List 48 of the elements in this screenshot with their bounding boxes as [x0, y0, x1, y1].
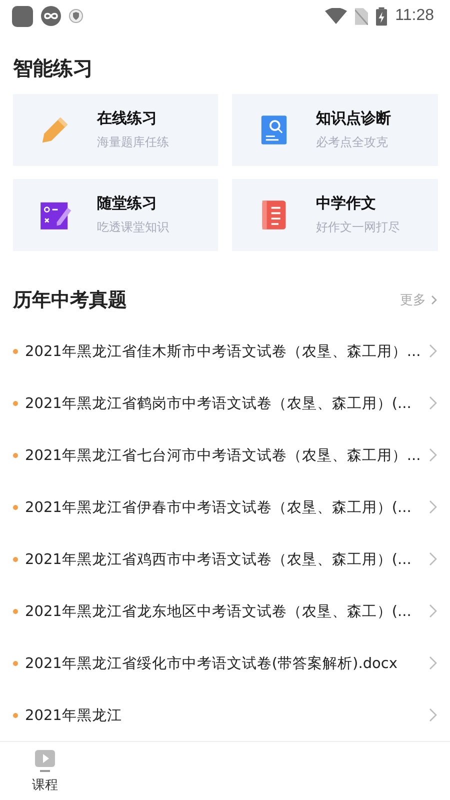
- card-title: 知识点诊断: [316, 109, 391, 128]
- card-subtitle: 好作文一网打尽: [316, 219, 400, 236]
- bullet-icon: [13, 452, 18, 458]
- exam-list-item[interactable]: 2021年黑龙江省伊春市中考语文试卷（农垦、森工用）(...: [0, 481, 450, 533]
- practice-card[interactable]: 随堂练习 吃透课堂知识: [13, 179, 218, 251]
- bullet-icon: [13, 504, 18, 510]
- chevron-icon: [429, 344, 437, 358]
- card-title: 在线练习: [97, 109, 157, 128]
- nav-tab[interactable]: 课程: [0, 742, 90, 800]
- practice-card[interactable]: 在线练习 海量题库任练: [13, 94, 218, 166]
- app-icon: [12, 6, 33, 26]
- chevron-icon: [431, 295, 437, 305]
- wifi-icon: [325, 8, 348, 24]
- card-subtitle: 吃透课堂知识: [97, 219, 169, 236]
- chevron-icon: [429, 500, 437, 514]
- practice-card[interactable]: 知识点诊断 必考点全攻克: [232, 94, 438, 166]
- bullet-icon: [13, 348, 18, 354]
- section-title: 智能练习: [12, 55, 94, 82]
- exam-list-item[interactable]: 2021年黑龙江省七台河市中考语文试卷（农垦、森工用）...: [0, 429, 450, 481]
- exam-list-item[interactable]: 2021年黑龙江省龙东地区中考语文试卷（农垦、森工）(...: [0, 585, 450, 637]
- card-subtitle: 必考点全攻克: [316, 134, 388, 151]
- bullet-icon: [13, 712, 18, 718]
- bullet-icon: [13, 608, 18, 614]
- infinity-icon: [41, 6, 61, 26]
- bullet-icon: [13, 660, 18, 666]
- exam-list-item[interactable]: 2021年黑龙江省佳木斯市中考语文试卷（农垦、森工用）...: [0, 325, 450, 377]
- bullet-icon: [13, 556, 18, 562]
- chevron-icon: [429, 552, 437, 566]
- practice-card[interactable]: 中学作文 好作文一网打尽: [232, 179, 438, 251]
- shield-icon: [69, 9, 83, 23]
- status-time: 11:28: [395, 7, 434, 25]
- battery-icon: [376, 6, 388, 26]
- card-subtitle: 海量题库任练: [97, 134, 169, 151]
- card-title: 中学作文: [316, 194, 376, 213]
- no-sim-icon: [355, 8, 368, 24]
- exam-list-item[interactable]: 2021年黑龙江省鸡西市中考语文试卷（农垦、森工用）(...: [0, 533, 450, 585]
- exam-list-item[interactable]: 2021年黑龙江省绥化市中考语文试卷(带答案解析).docx: [0, 637, 450, 689]
- exam-list-item[interactable]: 2021年黑龙江: [0, 689, 450, 741]
- chevron-icon: [429, 448, 437, 462]
- exam-list-item[interactable]: 2021年黑龙江省鹤岗市中考语文试卷（农垦、森工用）(...: [0, 377, 450, 429]
- section-title: 历年中考真题: [13, 288, 127, 313]
- bullet-icon: [13, 400, 18, 406]
- chevron-icon: [429, 708, 437, 722]
- chevron-icon: [429, 604, 437, 618]
- play-icon: [34, 748, 56, 772]
- chevron-icon: [429, 396, 437, 410]
- chevron-icon: [429, 656, 437, 670]
- card-title: 随堂练习: [97, 194, 157, 213]
